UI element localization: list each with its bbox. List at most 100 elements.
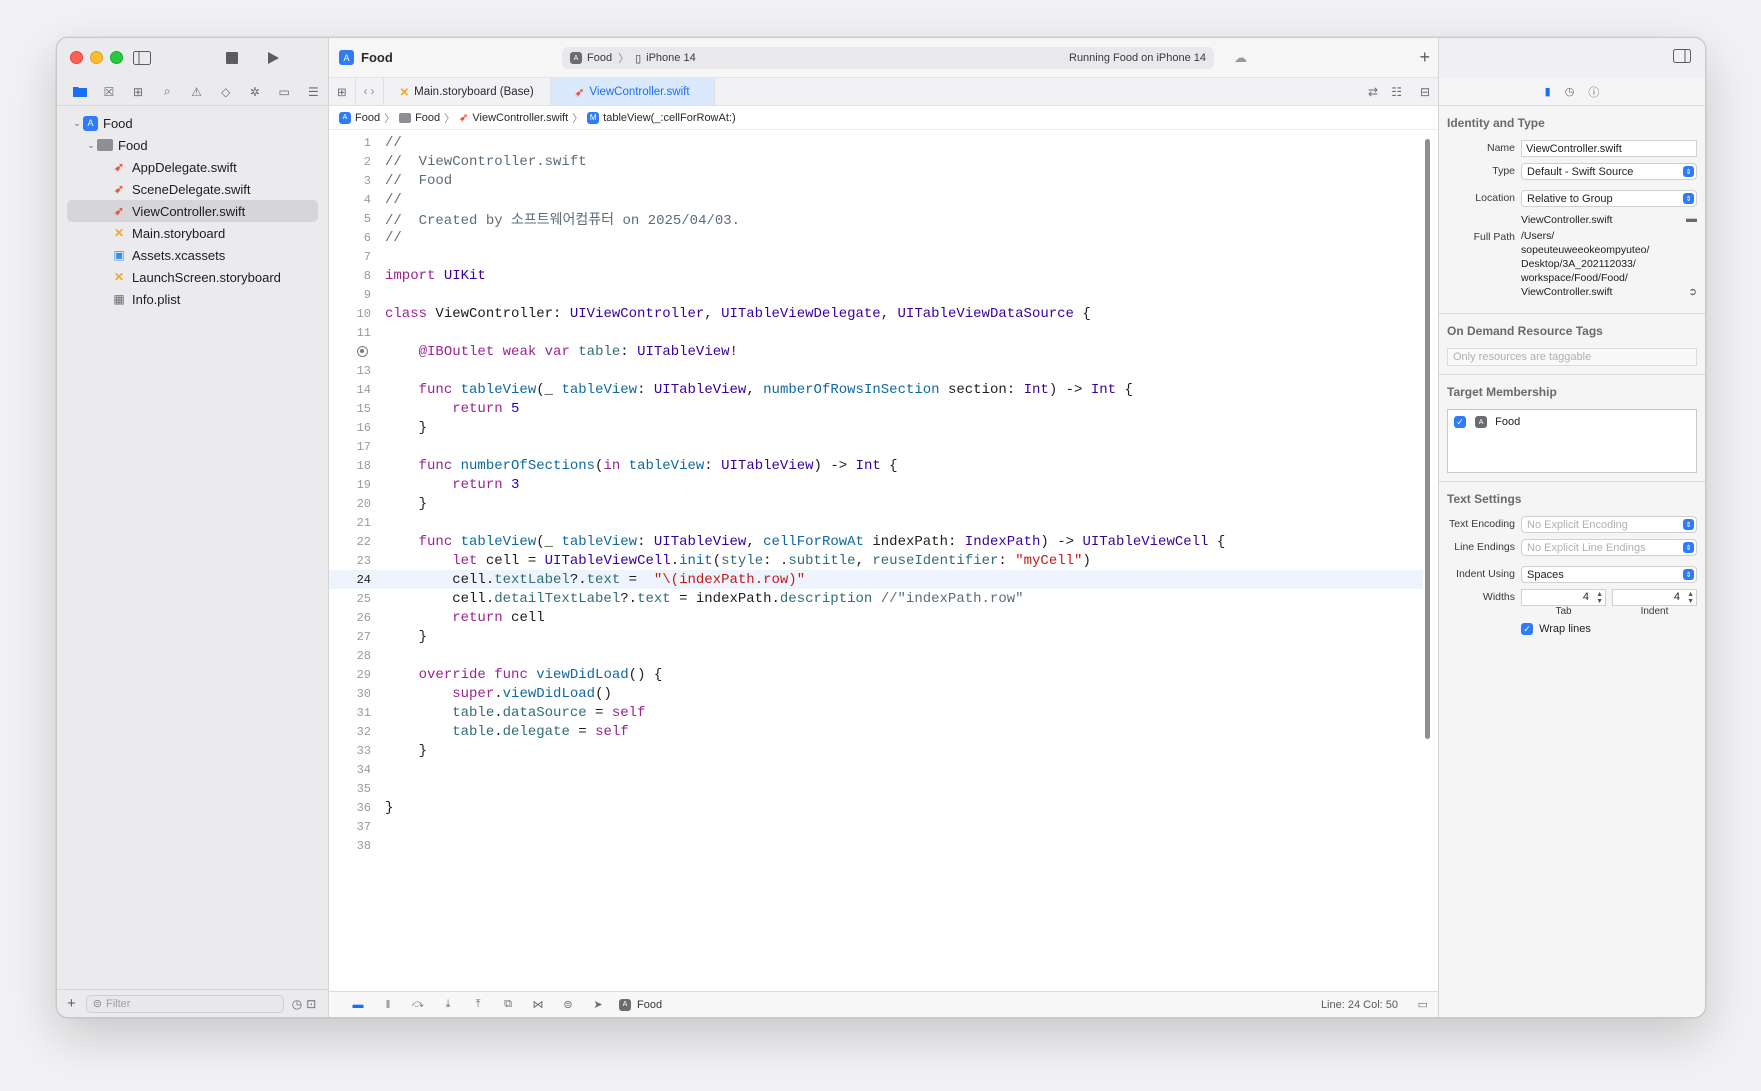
line-number[interactable]: 20: [329, 497, 371, 511]
code-line[interactable]: 24 cell.textLabel?.text = "\(indexPath.r…: [329, 570, 1423, 589]
code-line[interactable]: 5 // Created by 소프트웨어컴퓨터 on 2025/04/03.: [329, 209, 1423, 229]
line-number[interactable]: 27: [329, 630, 371, 644]
code-line[interactable]: 1 //: [329, 133, 1423, 152]
debug-icon[interactable]: ✲: [240, 81, 269, 103]
code-line[interactable]: 7: [329, 247, 1423, 266]
code-line[interactable]: 12 @IBOutlet weak var table: UITableView…: [329, 342, 1423, 361]
line-number[interactable]: 7: [329, 250, 371, 264]
code-line[interactable]: 4 //: [329, 190, 1423, 209]
hide-debug-icon[interactable]: ▭: [1418, 998, 1428, 1011]
line-number[interactable]: 1: [329, 136, 371, 150]
grid-icon[interactable]: ⊞: [329, 78, 356, 105]
target-checkbox[interactable]: ✓: [1454, 416, 1466, 429]
line-number[interactable]: 9: [329, 288, 371, 302]
encoding-select[interactable]: No Explicit Encoding ⇕: [1521, 516, 1697, 533]
disclosure-chevron-icon[interactable]: ⌄: [71, 118, 83, 129]
source-editor[interactable]: 1 // 2 // ViewController.swift 3 // Food 4 // 5 /…: [329, 133, 1423, 988]
line-number[interactable]: 36: [329, 801, 371, 815]
line-number[interactable]: 32: [329, 725, 371, 739]
line-number[interactable]: 14: [329, 383, 371, 397]
line-number[interactable]: 25: [329, 592, 371, 606]
code-line[interactable]: 29 override func viewDidLoad() {: [329, 665, 1423, 684]
step-out-icon[interactable]: ⤒: [463, 998, 493, 1011]
step-over-icon[interactable]: ⤼: [403, 998, 433, 1011]
line-number[interactable]: 15: [329, 402, 371, 416]
run-icon[interactable]: [262, 48, 284, 68]
stop-icon[interactable]: [221, 48, 243, 68]
code-line[interactable]: 18 func numberOfSections(in tableView: U…: [329, 456, 1423, 475]
tree-item[interactable]: ⌄ Food: [67, 134, 318, 156]
line-number[interactable]: 16: [329, 421, 371, 435]
wrap-lines-checkbox[interactable]: ✓: [1521, 623, 1533, 636]
line-number[interactable]: 18: [329, 459, 371, 473]
code-line[interactable]: 28: [329, 646, 1423, 665]
close-window-button[interactable]: [70, 51, 83, 64]
code-line[interactable]: 35: [329, 779, 1423, 798]
breadcrumb-folder[interactable]: Food: [415, 112, 440, 124]
editor-scrollbar[interactable]: [1425, 139, 1430, 739]
indent-width-stepper[interactable]: 4 ▲ ▼: [1612, 589, 1697, 606]
line-number[interactable]: 24: [329, 573, 371, 587]
type-select[interactable]: Default - Swift Source ⇕: [1521, 163, 1697, 180]
report-icon[interactable]: ☰: [299, 81, 328, 103]
pause-icon[interactable]: ‖: [373, 999, 403, 1011]
code-line[interactable]: 30 super.viewDidLoad(): [329, 684, 1423, 703]
code-line[interactable]: 19 return 3: [329, 475, 1423, 494]
code-line[interactable]: 31 table.dataSource = self: [329, 703, 1423, 722]
reveal-in-finder-icon[interactable]: ➲: [1688, 285, 1697, 299]
code-line[interactable]: 11: [329, 323, 1423, 342]
line-number[interactable]: 33: [329, 744, 371, 758]
view-hierarchy-icon[interactable]: ⧉: [493, 998, 523, 1011]
line-number[interactable]: 34: [329, 763, 371, 777]
tab-width-stepper[interactable]: 4 ▲ ▼: [1521, 589, 1606, 606]
history-inspector-icon[interactable]: ◷: [1565, 85, 1575, 98]
tab-viewcontroller-swift[interactable]: ➶ ViewController.swift: [550, 78, 715, 105]
scheme-activity-bar[interactable]: A Food 〉 ▯ iPhone 14 Running Food on iPh…: [562, 47, 1214, 69]
code-line[interactable]: 17: [329, 437, 1423, 456]
tree-item[interactable]: ▣ Assets.xcassets: [67, 244, 318, 266]
line-number[interactable]: 17: [329, 440, 371, 454]
line-number[interactable]: 28: [329, 649, 371, 663]
issue-icon[interactable]: ⚠: [182, 81, 211, 103]
breakpoint-icon[interactable]: ▭: [270, 81, 299, 103]
line-number[interactable]: 11: [329, 326, 371, 340]
line-number[interactable]: 5: [329, 212, 371, 226]
line-number[interactable]: 13: [329, 364, 371, 378]
line-number[interactable]: 31: [329, 706, 371, 720]
code-line[interactable]: 9: [329, 285, 1423, 304]
line-number[interactable]: 6: [329, 231, 371, 245]
code-line[interactable]: 20 }: [329, 494, 1423, 513]
environment-icon[interactable]: ⊜: [553, 998, 583, 1011]
tree-item[interactable]: ▦ Info.plist: [67, 288, 318, 310]
recent-files-icon[interactable]: ◷: [292, 997, 302, 1011]
code-line[interactable]: 22 func tableView(_ tableView: UITableVi…: [329, 532, 1423, 551]
code-line[interactable]: 32 table.delegate = self: [329, 722, 1423, 741]
editor-options-icon[interactable]: ☷: [1391, 85, 1402, 99]
breadcrumb-file[interactable]: ViewController.swift: [472, 112, 568, 124]
search-icon[interactable]: ⌕: [153, 81, 182, 103]
line-number[interactable]: 21: [329, 516, 371, 530]
line-number[interactable]: 19: [329, 478, 371, 492]
filter-input[interactable]: ⊜ Filter: [85, 994, 284, 1013]
location-icon[interactable]: ➤: [583, 998, 613, 1011]
code-line[interactable]: 15 return 5: [329, 399, 1423, 418]
code-line[interactable]: 33 }: [329, 741, 1423, 760]
code-line[interactable]: 13: [329, 361, 1423, 380]
minimize-window-button[interactable]: [90, 51, 103, 64]
code-line[interactable]: 27 }: [329, 627, 1423, 646]
add-icon[interactable]: +: [67, 995, 76, 1012]
file-inspector-icon[interactable]: ▮: [1545, 85, 1551, 98]
test-icon[interactable]: ◇: [211, 81, 240, 103]
choose-folder-icon[interactable]: ▬: [1686, 213, 1697, 225]
split-editor-icon[interactable]: ⊟: [1420, 85, 1430, 99]
line-number[interactable]: 8: [329, 269, 371, 283]
line-endings-select[interactable]: No Explicit Line Endings ⇕: [1521, 539, 1697, 556]
step-in-icon[interactable]: ⤓: [433, 998, 463, 1011]
history-nav[interactable]: ‹ ›: [356, 78, 384, 105]
stepper-arrows-icon[interactable]: ▲ ▼: [1596, 591, 1603, 605]
disclosure-chevron-icon[interactable]: ⌄: [85, 140, 97, 151]
tree-item[interactable]: ⌄ A Food: [67, 112, 318, 134]
location-select[interactable]: Relative to Group ⇕: [1521, 190, 1697, 207]
line-number[interactable]: 22: [329, 535, 371, 549]
code-line[interactable]: 36}: [329, 798, 1423, 817]
